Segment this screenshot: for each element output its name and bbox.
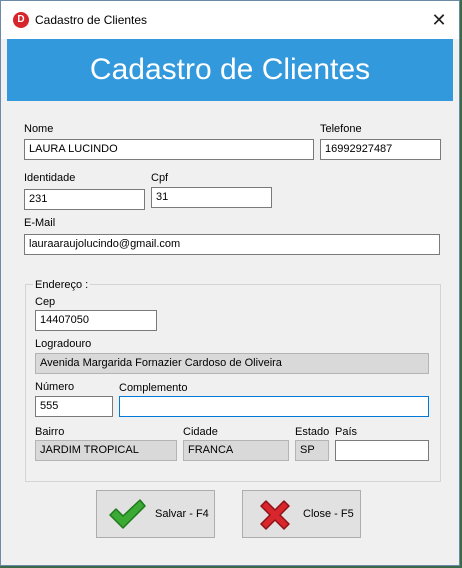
cep-input[interactable]: 14407050 [35,310,157,331]
cpf-label: Cpf [151,172,169,184]
email-input[interactable]: lauraaraujolucindo@gmail.com [24,234,440,255]
estado-input[interactable]: SP [295,440,329,461]
address-group-label: Endereço : [33,279,91,291]
title-bar: D Cadastro de Clientes ✕ [1,1,459,39]
bairro-input[interactable]: JARDIM TROPICAL [35,440,177,461]
cidade-input[interactable]: FRANCA [183,440,289,461]
window-title: Cadastro de Clientes [35,13,148,27]
close-window-button[interactable]: ✕ [425,7,453,33]
estado-label: Estado [295,426,330,438]
cep-label: Cep [35,296,56,308]
telefone-label: Telefone [320,123,362,135]
pais-input[interactable] [335,440,429,461]
cidade-label: Cidade [183,426,218,438]
logradouro-label: Logradouro [35,338,92,350]
nome-label: Nome [24,123,54,135]
numero-input[interactable]: 555 [35,396,113,417]
header-banner: Cadastro de Clientes [7,39,453,101]
customer-form-window: D Cadastro de Clientes ✕ Cadastro de Cli… [0,0,460,566]
bairro-label: Bairro [35,426,65,438]
save-button[interactable]: Salvar - F4 [96,490,215,538]
close-button-label: Close - F5 [303,508,354,520]
cpf-input[interactable]: 31 [151,187,272,208]
pais-label: País [335,426,358,438]
save-button-label: Salvar - F4 [155,508,209,520]
identidade-label: Identidade [24,172,76,184]
telefone-input[interactable]: 16992927487 [320,139,441,160]
identidade-input[interactable]: 231 [24,189,145,210]
complemento-label: Complemento [119,382,188,394]
page-title: Cadastro de Clientes [89,53,371,86]
checkmark-icon [109,499,146,529]
close-button[interactable]: Close - F5 [242,490,361,538]
app-logo-icon: D [13,12,29,28]
nome-input[interactable]: LAURA LUCINDO [24,139,314,160]
numero-label: Número [35,381,75,393]
logradouro-input[interactable]: Avenida Margarida Fornazier Cardoso de O… [35,353,429,374]
close-icon: ✕ [431,10,447,30]
complemento-input[interactable] [119,396,429,417]
email-label: E-Mail [24,217,56,229]
red-x-icon [260,500,290,530]
